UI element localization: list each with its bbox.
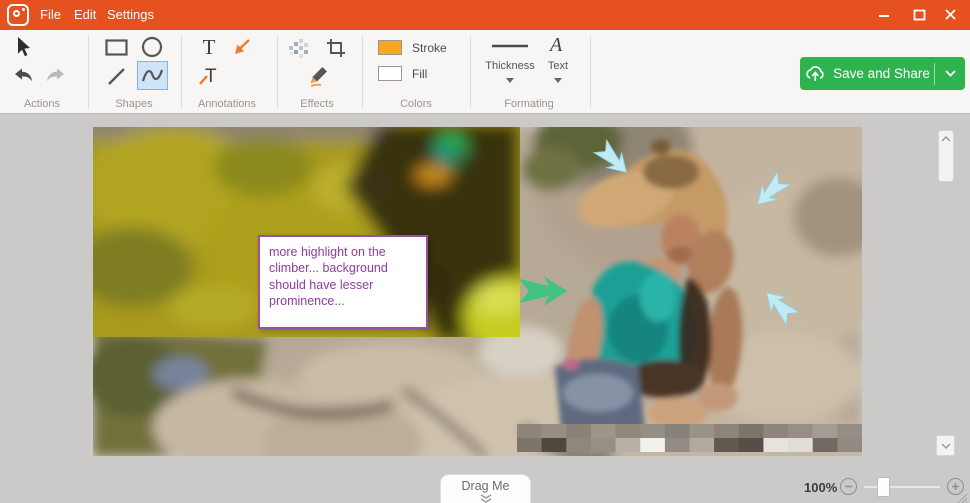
highlighter-icon (308, 65, 330, 88)
text-pencil-icon: T (198, 64, 220, 86)
fill-label: Fill (412, 67, 427, 81)
undo-icon (13, 68, 34, 83)
vertical-scrollbar-thumb[interactable] (938, 130, 954, 182)
screenshot-editor-window: File Edit Settings Actions (0, 0, 970, 503)
double-chevron-down-icon (479, 494, 493, 503)
thickness-label: Thickness (484, 60, 536, 72)
line-icon (107, 67, 126, 86)
plus-icon (951, 482, 960, 491)
text-format-icon: A (550, 34, 562, 57)
minimize-icon (878, 9, 890, 21)
photo-canvas[interactable] (93, 127, 862, 456)
scroll-down-button[interactable] (936, 435, 955, 456)
zoom-level-value: 100% (804, 480, 837, 495)
ellipse-tool-button[interactable] (139, 35, 165, 59)
pixelate-effect-region[interactable] (517, 424, 862, 452)
text-dropdown-arrow[interactable] (554, 78, 562, 83)
cursor-icon (16, 37, 34, 57)
toolbar: Actions Shapes T T Annotatio (0, 30, 970, 114)
chevron-up-icon (941, 136, 951, 142)
drag-me-label: Drag Me (462, 479, 510, 493)
select-tool-button[interactable] (12, 34, 38, 60)
resize-grip-icon[interactable] (956, 493, 968, 503)
thickness-line-icon (491, 44, 529, 48)
curve-icon (141, 67, 164, 84)
pixelate-icon (288, 38, 309, 59)
numbered-text-tool-button[interactable]: T (196, 63, 222, 87)
arrow-tool-icon (232, 37, 252, 57)
arrow-tool-button[interactable] (230, 35, 254, 59)
save-options-dropdown[interactable] (935, 70, 965, 77)
zoom-slider-thumb[interactable] (877, 477, 890, 497)
zoom-out-button[interactable] (840, 478, 857, 495)
colors-section-label: Colors (388, 98, 444, 110)
menu-edit[interactable]: Edit (74, 0, 96, 30)
maximize-button[interactable] (905, 0, 933, 30)
close-button[interactable] (936, 0, 964, 30)
chevron-down-icon (945, 70, 956, 77)
effects-section-label: Effects (288, 98, 346, 110)
actions-section-label: Actions (12, 98, 72, 110)
rectangle-tool-button[interactable] (102, 35, 130, 59)
text-annotation-box[interactable]: more highlight on the climber... backgro… (258, 235, 428, 329)
undo-button[interactable] (10, 63, 36, 87)
zoom-slider-track[interactable] (864, 486, 940, 488)
ellipse-icon (141, 36, 163, 58)
crop-icon (326, 38, 346, 58)
minus-icon (844, 482, 853, 491)
drag-me-handle[interactable]: Drag Me (440, 474, 531, 503)
crop-tool-button[interactable] (324, 36, 348, 60)
text-label: Text (543, 60, 573, 72)
formatting-section-label: Formating (498, 98, 560, 110)
shapes-section-label: Shapes (104, 98, 164, 110)
editing-workspace: more highlight on the climber... backgro… (0, 114, 970, 503)
title-bar: File Edit Settings (0, 0, 970, 30)
annotations-section-label: Annotations (192, 98, 262, 110)
pixelate-tool-button[interactable] (286, 36, 310, 60)
rectangle-icon (105, 39, 128, 56)
minimize-button[interactable] (870, 0, 898, 30)
redo-icon (45, 68, 66, 83)
save-and-share-label: Save and Share (833, 66, 930, 81)
chevron-down-icon (941, 443, 951, 449)
curve-tool-button[interactable] (137, 61, 168, 90)
menu-file[interactable]: File (40, 0, 61, 30)
text-tool-button[interactable]: T (196, 35, 222, 59)
highlighter-tool-button[interactable] (306, 63, 332, 89)
cloud-upload-icon (804, 65, 826, 83)
line-tool-button[interactable] (104, 64, 128, 88)
stroke-color-swatch[interactable] (378, 40, 402, 55)
maximize-icon (913, 9, 926, 21)
redo-button[interactable] (42, 63, 68, 87)
text-tool-icon: T (203, 35, 216, 60)
thickness-dropdown-arrow[interactable] (506, 78, 514, 83)
close-icon (944, 8, 957, 21)
menu-settings[interactable]: Settings (107, 0, 154, 30)
save-and-share-button[interactable]: Save and Share (800, 57, 965, 90)
app-logo-icon (7, 4, 29, 26)
stroke-label: Stroke (412, 41, 447, 55)
fill-color-swatch[interactable] (378, 66, 402, 81)
